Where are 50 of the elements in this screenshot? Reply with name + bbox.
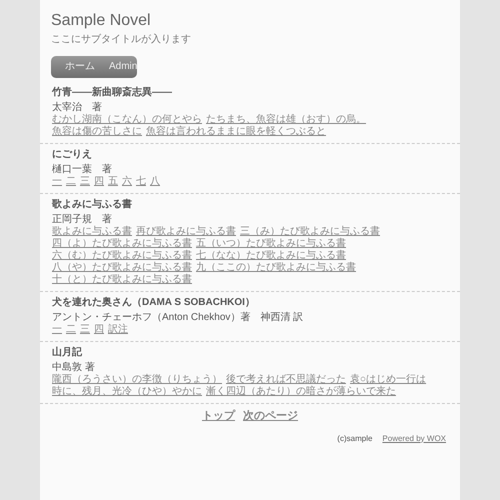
pager-link[interactable]: トップ: [202, 408, 235, 424]
chapter-link[interactable]: 三: [80, 324, 90, 336]
chapter-link[interactable]: 十（と）たび歌よみに与ふる書: [52, 274, 192, 286]
chapter-link[interactable]: 魚容は言われるままに眼を軽くつぶると: [146, 126, 326, 138]
chapter-link[interactable]: 時に、残月、光冷（ひや）やかに: [52, 386, 202, 398]
chapter-link[interactable]: たちまち、魚容は雄（おす）の烏。: [206, 114, 366, 126]
pager-link[interactable]: 次のページ: [243, 408, 298, 424]
site-title: Sample Novel: [51, 12, 152, 30]
nav-link[interactable]: Admin: [109, 61, 138, 73]
chapter-link[interactable]: 六（む）たび歌よみに与ふる書: [52, 250, 192, 262]
chapter-link[interactable]: 六: [122, 176, 132, 188]
chapter-link[interactable]: 袁○はじめ一行は: [350, 374, 426, 386]
chapter-link[interactable]: 魚容は傷の苦しさに: [52, 126, 142, 138]
chapter-link[interactable]: 再び歌よみに与ふる書: [136, 226, 236, 238]
nav-link[interactable]: ホーム: [65, 61, 95, 73]
chapter-link[interactable]: 一: [52, 324, 62, 336]
work-title: 歌よみに与ふる書: [52, 199, 133, 211]
author-text: 太宰治 著: [52, 102, 103, 114]
chapter-link[interactable]: 八: [150, 176, 160, 188]
chapter-link[interactable]: 三: [80, 176, 90, 188]
chapter-link[interactable]: 八（や）たび歌よみに与ふる書: [52, 262, 192, 274]
chapter-link[interactable]: 七（なな）たび歌よみに与ふる書: [196, 250, 346, 262]
site-subtitle: ここにサブタイトルが入ります: [51, 34, 192, 46]
chapter-link[interactable]: 後で考えれば不思議だった: [226, 374, 346, 386]
author-text: 中島敦 著: [52, 362, 96, 374]
chapter-link[interactable]: 二: [66, 176, 76, 188]
chapter-link[interactable]: 四: [94, 176, 104, 188]
copyright-text: (c)sample: [337, 432, 372, 444]
author-text: 正岡子規 著: [52, 214, 113, 226]
chapter-link[interactable]: 歌よみに与ふる書: [52, 226, 132, 238]
author-text: アントン・チェーホフ（Anton Chekhov）著 神西清 訳: [52, 312, 304, 324]
chapter-link[interactable]: 三（み）たび歌よみに与ふる書: [240, 226, 380, 238]
chapter-link[interactable]: 漸く四辺（あたり）の暗さが薄らいで来た: [206, 386, 396, 398]
chapter-link[interactable]: 隴西（ろうさい）の李徴（りちょう）: [52, 374, 222, 386]
chapter-link[interactable]: むかし湖南（こなん）の何とやら: [52, 114, 202, 126]
work-title: 山月記: [52, 347, 83, 359]
chapter-link[interactable]: 四（よ）たび歌よみに与ふる書: [52, 238, 192, 250]
chapter-link[interactable]: 五（いつ）たび歌よみに与ふる書: [196, 238, 346, 250]
work-title: 竹青——新曲聊斎志異——: [52, 87, 173, 99]
author-text: 樋口一葉 著: [52, 164, 113, 176]
work-title: にごりえ: [52, 149, 93, 161]
chapter-link[interactable]: 五: [108, 176, 118, 188]
chapter-link[interactable]: 訳注: [108, 324, 128, 336]
chapter-link[interactable]: 二: [66, 324, 76, 336]
chapter-link[interactable]: 七: [136, 176, 146, 188]
chapter-link[interactable]: 一: [52, 176, 62, 188]
chapter-link[interactable]: 四: [94, 324, 104, 336]
work-title: 犬を連れた奥さん（DAMA S SOBACHKOI）: [52, 297, 256, 309]
chapter-link[interactable]: 九（ここの）たび歌よみに与ふる書: [196, 262, 356, 274]
powered-by-link[interactable]: Powered by WOX: [382, 432, 446, 444]
